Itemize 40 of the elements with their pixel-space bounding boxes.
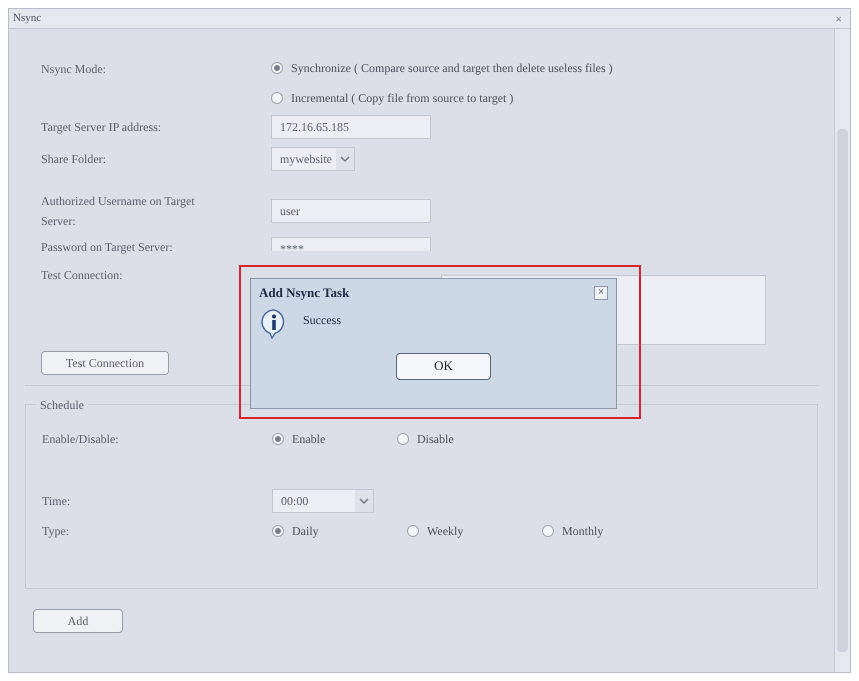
text-field[interactable]: **** <box>271 237 431 251</box>
caret-icon <box>355 490 373 512</box>
radio-button[interactable] <box>272 433 284 445</box>
option-label: Synchronize ( Compare source and target then delete useless files ) <box>291 60 613 77</box>
option-label: Incremental ( Copy file from source to target ) <box>291 90 514 107</box>
window-title: Nsync <box>13 11 42 26</box>
option-label: Enable <box>292 431 326 448</box>
option-label: Monthly <box>562 523 604 540</box>
dialog-message: Success <box>303 312 341 328</box>
field-label: Nsync Mode: <box>41 62 106 76</box>
option-label: Disable <box>417 431 454 448</box>
dropdown[interactable]: mywebsite <box>271 147 355 171</box>
field-label: Time: <box>42 494 70 508</box>
radio-button[interactable] <box>271 62 283 74</box>
radio-button[interactable] <box>542 525 554 537</box>
field-label: Test Connection: <box>41 268 122 282</box>
text-field[interactable]: 172.16.65.185 <box>271 115 431 139</box>
ok-button[interactable]: OK <box>396 352 491 380</box>
field-label: Authorized Username on Target Server: <box>41 194 195 228</box>
caret-icon <box>336 148 354 170</box>
text-field[interactable]: user <box>271 199 431 223</box>
radio-button[interactable] <box>397 433 409 445</box>
field-label: Password on Target Server: <box>41 240 173 254</box>
field-label: Target Server IP address: <box>41 120 162 134</box>
test-connection-button[interactable]: Test Connection <box>41 351 169 375</box>
scrollbar[interactable] <box>834 29 850 672</box>
field-label: Type: <box>42 524 70 538</box>
add-button[interactable]: Add <box>33 609 123 633</box>
radio-button[interactable] <box>407 525 419 537</box>
radio-button[interactable] <box>272 525 284 537</box>
close-button[interactable]: × <box>831 10 846 28</box>
radio-button[interactable] <box>271 92 283 104</box>
close-button[interactable]: × <box>594 286 608 300</box>
info-icon <box>261 308 287 338</box>
option-label: Daily <box>292 523 319 540</box>
option-label: Weekly <box>427 523 464 540</box>
field-label: Share Folder: <box>41 152 106 166</box>
dialog-title: Add Nsync Task <box>259 284 350 302</box>
field-label: Enable/Disable: <box>42 432 119 446</box>
dropdown[interactable]: 00:00 <box>272 489 374 513</box>
